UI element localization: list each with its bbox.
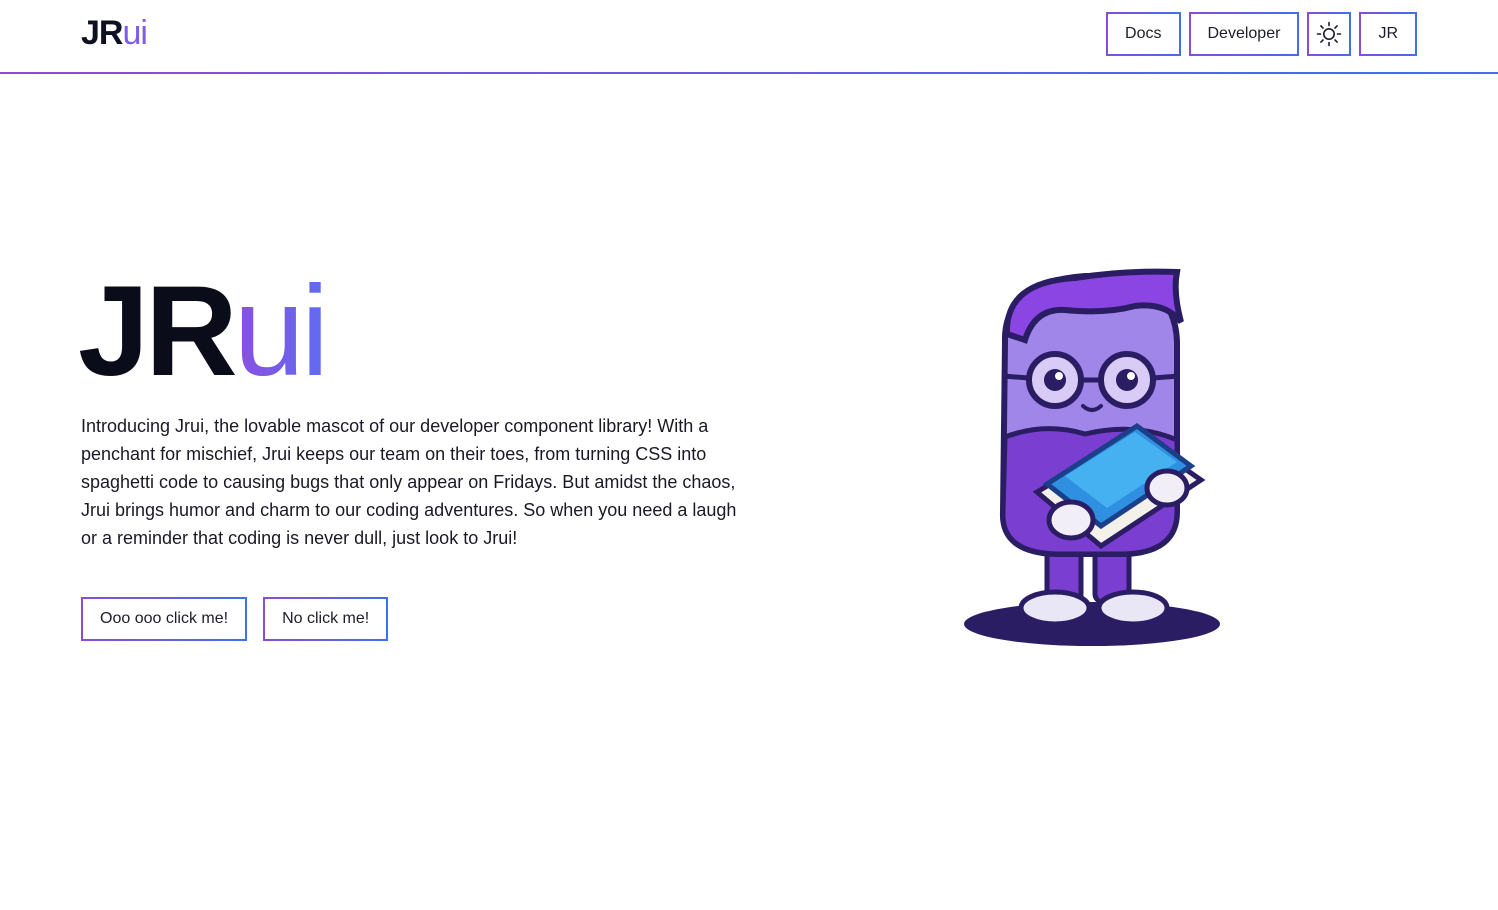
user-avatar-button[interactable]: JR [1359,12,1417,56]
primary-cta-button[interactable]: Ooo ooo click me! [81,597,247,641]
hero-intro-text: Introducing Jrui, the lovable mascot of … [81,416,737,548]
hero-cta-group: Ooo ooo click me! No click me! [81,597,388,641]
theme-toggle-button[interactable] [1307,12,1351,56]
developer-button[interactable]: Developer [1189,12,1300,56]
top-nav: Docs Developer JR [1106,12,1417,56]
header-divider [0,72,1498,74]
hero-title-jr: JR [78,260,238,403]
logo-jr: JR [81,14,123,52]
site-logo[interactable]: JRui [81,12,148,54]
top-header: JRui Docs Developer JR [0,0,1498,74]
hero-title-ui: ui [233,260,330,403]
secondary-cta-button[interactable]: No click me! [263,597,388,641]
docs-button[interactable]: Docs [1106,12,1180,56]
sun-icon [1317,21,1342,47]
hero-title: JRui [78,260,330,403]
logo-ui: ui [122,14,147,52]
mascot-illustration [964,268,1220,646]
